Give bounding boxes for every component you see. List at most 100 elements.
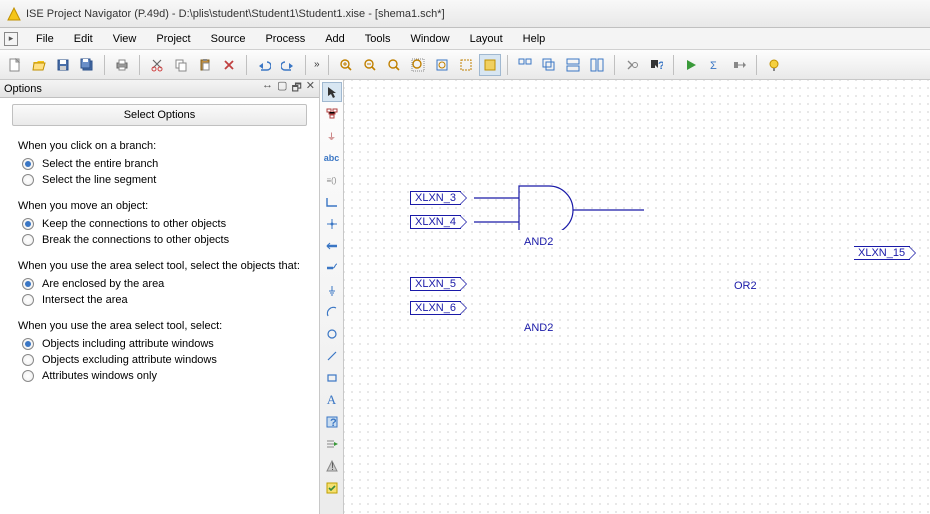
net-xlxn3[interactable]: XLXN_3 <box>410 191 461 205</box>
warning-tool[interactable]: ! <box>322 456 342 476</box>
radio-intersect-area[interactable]: Intersect the area <box>22 294 301 306</box>
more-icon[interactable]: » <box>312 59 322 70</box>
radio-icon <box>22 234 34 246</box>
toolbar: » ? Σ <box>0 50 930 80</box>
radio-objects-incl-attr[interactable]: Objects including attribute windows <box>22 338 301 350</box>
panel-move-icon[interactable]: ↔ <box>262 79 273 98</box>
menu-project[interactable]: Project <box>146 31 200 47</box>
label-a-tool[interactable]: A <box>322 390 342 410</box>
titlebar: ISE Project Navigator (P.49d) - D:\plis\… <box>0 0 930 28</box>
undo-button[interactable] <box>253 54 275 76</box>
radio-break-connections[interactable]: Break the connections to other objects <box>22 234 301 246</box>
cut-button[interactable] <box>146 54 168 76</box>
zoom-all-button[interactable] <box>431 54 453 76</box>
whats-this-button[interactable]: ? <box>645 54 667 76</box>
panel-header: Options ↔ ▢ 🗗 ✕ <box>0 80 319 98</box>
menu-source[interactable]: Source <box>201 31 256 47</box>
window-title: ISE Project Navigator (P.49d) - D:\plis\… <box>26 8 445 20</box>
menu-tools[interactable]: Tools <box>355 31 401 47</box>
radio-attr-windows-only[interactable]: Attributes windows only <box>22 370 301 382</box>
window-vert-button[interactable] <box>586 54 608 76</box>
info-tool[interactable]: ? <box>322 412 342 432</box>
menu-add[interactable]: Add <box>315 31 355 47</box>
panel-restore-icon[interactable]: 🗗 <box>291 79 301 98</box>
net-xlxn6[interactable]: XLXN_6 <box>410 301 461 315</box>
redo-button[interactable] <box>277 54 299 76</box>
toolbar-separator <box>507 55 508 75</box>
radio-keep-connections[interactable]: Keep the connections to other objects <box>22 218 301 230</box>
delete-button[interactable] <box>218 54 240 76</box>
hint-button[interactable] <box>763 54 785 76</box>
toolbar-separator <box>756 55 757 75</box>
sum-button[interactable]: Σ <box>704 54 726 76</box>
highlight-button[interactable] <box>479 54 501 76</box>
menu-process[interactable]: Process <box>255 31 315 47</box>
save-all-button[interactable] <box>76 54 98 76</box>
bus-tap-tool[interactable] <box>322 258 342 278</box>
panel-tab-select-options[interactable]: Select Options <box>12 104 307 126</box>
bus-tool[interactable] <box>322 236 342 256</box>
paste-button[interactable] <box>194 54 216 76</box>
toolbar-separator <box>104 55 105 75</box>
circle-tool[interactable] <box>322 324 342 344</box>
toolbar-separator <box>673 55 674 75</box>
zoom-fit-button[interactable] <box>383 54 405 76</box>
zoom-out-button[interactable] <box>359 54 381 76</box>
text-tool[interactable]: abc <box>322 148 342 168</box>
radio-label: Objects excluding attribute windows <box>42 354 217 366</box>
control-menu-icon[interactable]: ▸ <box>4 32 18 46</box>
radio-label: Select the entire branch <box>42 158 158 170</box>
zoom-area-button[interactable] <box>407 54 429 76</box>
net-xlxn15[interactable]: XLXN_15 <box>854 246 910 260</box>
copy-button[interactable] <box>170 54 192 76</box>
menu-window[interactable]: Window <box>400 31 459 47</box>
run-button[interactable] <box>680 54 702 76</box>
io-tool[interactable]: ≡() <box>322 170 342 190</box>
zoom-selection-button[interactable] <box>455 54 477 76</box>
menu-help[interactable]: Help <box>513 31 556 47</box>
check-tool[interactable] <box>322 478 342 498</box>
window-horiz-button[interactable] <box>562 54 584 76</box>
wire-tool[interactable] <box>322 192 342 212</box>
menu-file[interactable]: File <box>26 31 64 47</box>
print-button[interactable] <box>111 54 133 76</box>
radio-label: Attributes windows only <box>42 370 157 382</box>
menu-edit[interactable]: Edit <box>64 31 103 47</box>
net-xlxn4[interactable]: XLXN_4 <box>410 215 461 229</box>
panel-close-icon[interactable]: ✕ <box>306 79 315 98</box>
zoom-in-button[interactable] <box>335 54 357 76</box>
net-xlxn5[interactable]: XLXN_5 <box>410 277 461 291</box>
pointer-tool[interactable] <box>322 82 342 102</box>
radio-select-line-segment[interactable]: Select the line segment <box>22 174 301 186</box>
menu-layout[interactable]: Layout <box>460 31 513 47</box>
panel-tab-label: Select Options <box>124 109 196 121</box>
symbol-tool[interactable]: ⏚ <box>322 126 342 146</box>
panel-minimize-icon[interactable]: ▢ <box>277 79 287 98</box>
window-tile-button[interactable] <box>514 54 536 76</box>
window-cascade-button[interactable] <box>538 54 560 76</box>
radio-objects-excl-attr[interactable]: Objects excluding attribute windows <box>22 354 301 366</box>
goto-tool[interactable] <box>322 434 342 454</box>
line-tool[interactable] <box>322 346 342 366</box>
radio-enclosed-by-area[interactable]: Are enclosed by the area <box>22 278 301 290</box>
hierarchy-tool[interactable] <box>322 104 342 124</box>
open-button[interactable] <box>28 54 50 76</box>
arc-tool[interactable] <box>322 302 342 322</box>
schematic-canvas[interactable]: XLXN_3 XLXN_4 XLXN_5 XLXN_6 XLXN_15 AND2… <box>344 80 930 514</box>
radio-select-entire-branch[interactable]: Select the entire branch <box>22 158 301 170</box>
radio-label: Intersect the area <box>42 294 128 306</box>
process-button[interactable] <box>728 54 750 76</box>
new-button[interactable] <box>4 54 26 76</box>
group4-label: When you use the area select tool, selec… <box>18 320 301 332</box>
radio-icon <box>22 338 34 350</box>
menu-view[interactable]: View <box>103 31 147 47</box>
radio-icon <box>22 278 34 290</box>
net-tool[interactable] <box>322 214 342 234</box>
schematic-drawing <box>344 80 644 230</box>
panel-title: Options <box>4 83 42 95</box>
rect-tool[interactable] <box>322 368 342 388</box>
power-tool[interactable] <box>322 280 342 300</box>
settings-button[interactable] <box>621 54 643 76</box>
save-button[interactable] <box>52 54 74 76</box>
toolbar-separator <box>614 55 615 75</box>
